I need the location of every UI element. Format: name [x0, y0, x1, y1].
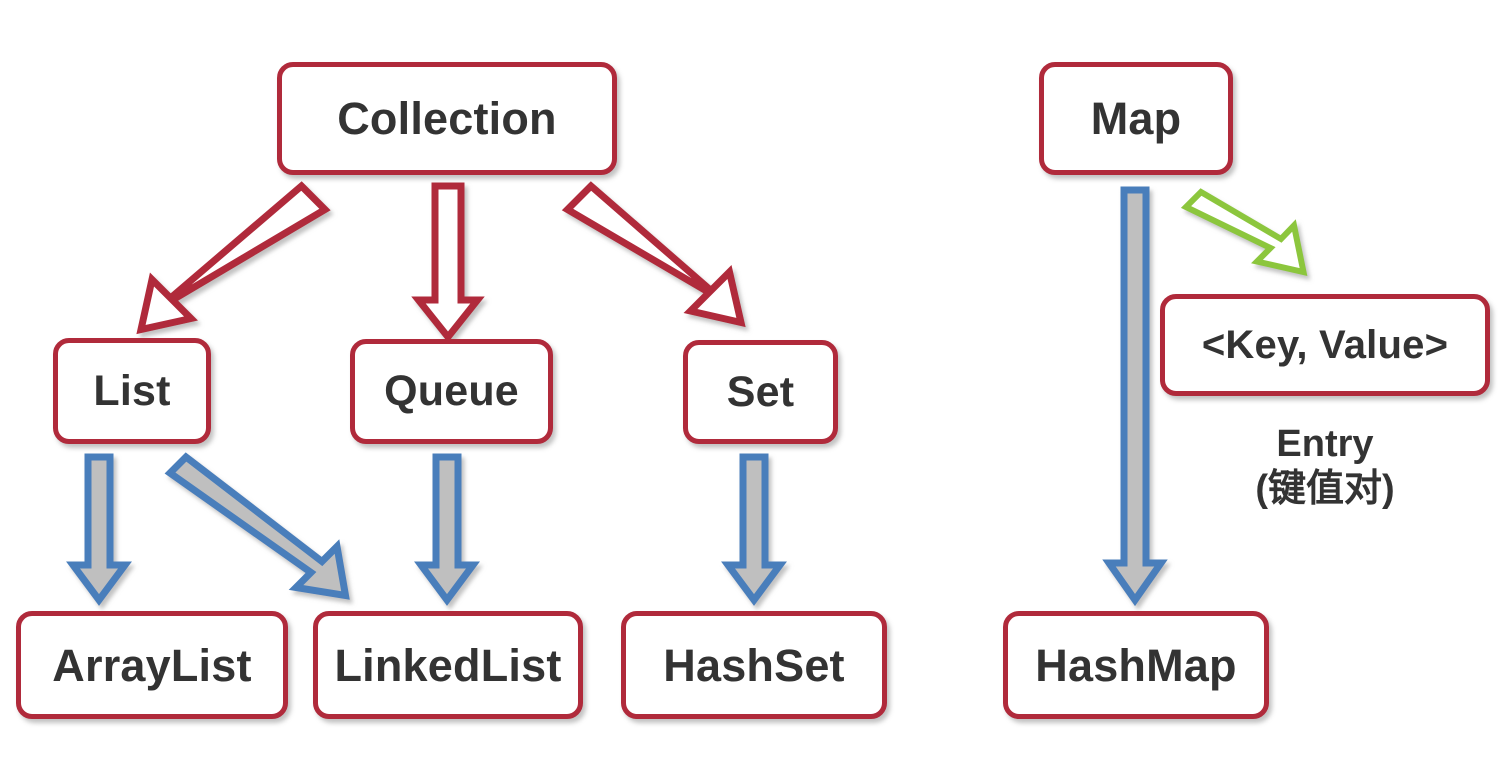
node-arraylist-label: ArrayList: [52, 639, 252, 691]
edge-list-to-linkedlist[interactable]: [164, 452, 350, 600]
node-list-label: List: [93, 366, 171, 415]
node-map[interactable]: Map: [1039, 62, 1233, 175]
node-set-label: Set: [726, 367, 795, 416]
entry-caption-line-1: Entry: [1276, 423, 1374, 465]
node-key-value-label: <Key, Value>: [1201, 323, 1449, 367]
node-queue-label: Queue: [384, 367, 519, 415]
node-hashmap-label: HashMap: [1035, 639, 1237, 691]
node-collection[interactable]: Collection: [277, 62, 617, 175]
node-list[interactable]: List: [53, 338, 211, 444]
diagram-canvas: Collection List Queue Set ArrayList Link…: [0, 0, 1508, 774]
edge-collection-to-list[interactable]: [136, 181, 331, 335]
node-collection-label: Collection: [337, 93, 557, 144]
node-hashmap[interactable]: HashMap: [1003, 611, 1269, 719]
edge-map-to-hashmap[interactable]: [1102, 186, 1168, 607]
node-arraylist[interactable]: ArrayList: [16, 611, 288, 719]
entry-caption: Entry (键值对): [1255, 422, 1394, 512]
node-key-value[interactable]: <Key, Value>: [1160, 294, 1490, 396]
edge-set-to-hashset[interactable]: [721, 453, 787, 606]
node-linkedlist-label: LinkedList: [334, 639, 562, 691]
node-map-label: Map: [1090, 93, 1182, 144]
edge-map-to-keyvalue[interactable]: [1180, 188, 1308, 276]
edge-collection-to-queue[interactable]: [411, 182, 485, 343]
entry-caption-line-2: (键值对): [1255, 467, 1395, 510]
node-linkedlist[interactable]: LinkedList: [313, 611, 583, 719]
edge-queue-to-linkedlist[interactable]: [414, 453, 480, 606]
node-hashset[interactable]: HashSet: [621, 611, 887, 719]
node-queue[interactable]: Queue: [350, 339, 553, 444]
node-hashset-label: HashSet: [663, 639, 845, 691]
edge-list-to-arraylist[interactable]: [66, 453, 132, 606]
node-set[interactable]: Set: [683, 340, 838, 444]
edge-collection-to-set[interactable]: [561, 181, 746, 328]
